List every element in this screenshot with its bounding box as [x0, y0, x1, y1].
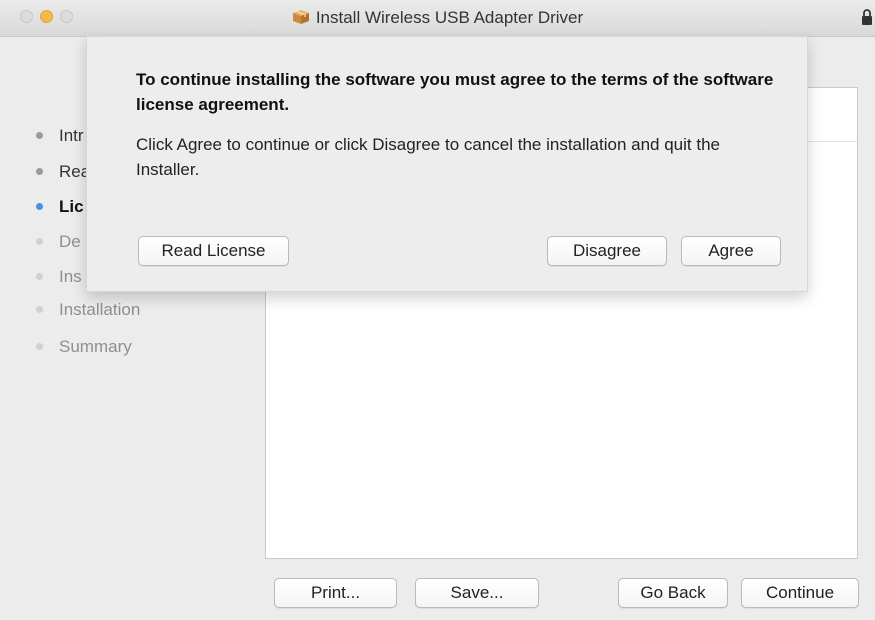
title-bar[interactable]: Install Wireless USB Adapter Driver — [0, 0, 875, 37]
save-button[interactable]: Save... — [415, 578, 539, 608]
window-title-wrap: Install Wireless USB Adapter Driver — [0, 8, 875, 28]
step-dot-icon — [36, 238, 43, 245]
step-license: Lic — [36, 195, 84, 219]
package-icon — [292, 10, 309, 24]
print-button[interactable]: Print... — [274, 578, 397, 608]
step-label: Installation — [59, 300, 141, 319]
step-summary: Summary — [36, 335, 132, 359]
installer-window: Install Wireless USB Adapter Driver Intr… — [0, 0, 875, 620]
step-dot-icon — [36, 343, 43, 350]
step-label: De — [59, 232, 81, 251]
agree-button[interactable]: Agree — [681, 236, 781, 266]
disagree-button[interactable]: Disagree — [547, 236, 667, 266]
step-dot-icon — [36, 203, 43, 210]
go-back-button[interactable]: Go Back — [618, 578, 728, 608]
continue-button[interactable]: Continue — [741, 578, 859, 608]
step-introduction: Intr — [36, 124, 84, 148]
step-dot-icon — [36, 168, 43, 175]
step-installation: Installation — [36, 298, 140, 322]
step-installation-type: Ins — [36, 265, 82, 289]
step-label: Lic — [59, 197, 84, 216]
step-read-me: Rea — [36, 160, 90, 184]
sheet-heading: To continue installing the software you … — [136, 70, 774, 114]
lock-icon[interactable] — [861, 8, 873, 26]
step-label: Ins — [59, 267, 82, 286]
sheet-message: Click Agree to continue or click Disagre… — [136, 135, 720, 179]
step-dot-icon — [36, 306, 43, 313]
step-label: Intr — [59, 126, 84, 145]
step-dot-icon — [36, 132, 43, 139]
step-destination: De — [36, 230, 81, 254]
step-dot-icon — [36, 273, 43, 280]
step-label: Summary — [59, 337, 132, 356]
license-agreement-sheet: To continue installing the software you … — [86, 36, 808, 292]
read-license-button[interactable]: Read License — [138, 236, 289, 266]
window-title: Install Wireless USB Adapter Driver — [315, 8, 584, 27]
